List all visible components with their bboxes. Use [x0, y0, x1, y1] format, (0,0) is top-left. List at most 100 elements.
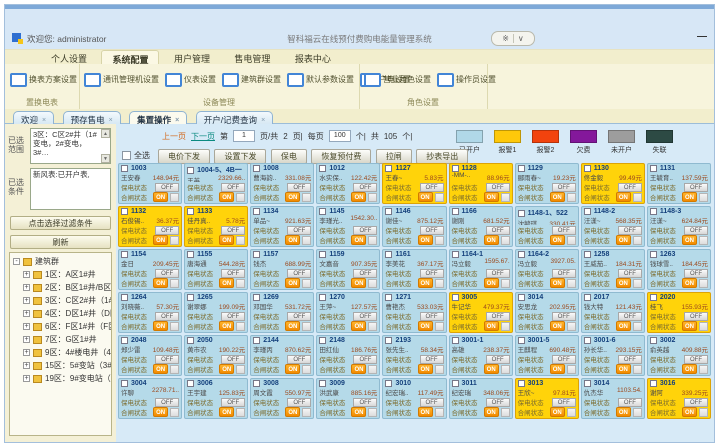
power-off-button[interactable]: OFF: [486, 183, 510, 192]
action-button[interactable]: 设置下发: [214, 149, 266, 164]
switch-on-button[interactable]: ON: [418, 364, 433, 374]
meter-card[interactable]: 1258 王威茄.. 184.31元 保电状态 OFF 合闸状态 ON: [581, 249, 645, 290]
power-off-button[interactable]: OFF: [221, 398, 245, 407]
ribbon-button[interactable]: 换表方案设置: [10, 73, 77, 87]
power-off-button[interactable]: OFF: [420, 269, 444, 278]
switch-on-button[interactable]: ON: [682, 278, 697, 288]
power-off-button[interactable]: OFF: [155, 226, 179, 235]
card-checkbox[interactable]: [518, 380, 525, 387]
card-checkbox[interactable]: [385, 337, 392, 344]
card-checkbox[interactable]: [319, 294, 326, 301]
power-off-button[interactable]: OFF: [221, 226, 245, 235]
card-checkbox[interactable]: [319, 208, 326, 215]
meter-card[interactable]: 1265 谢翠娜 199.09元 保电状态 OFF 合闸状态 ON: [184, 292, 248, 333]
switch-on-button[interactable]: ON: [285, 321, 300, 331]
card-checkbox[interactable]: [319, 380, 326, 387]
power-off-button[interactable]: OFF: [420, 312, 444, 321]
meter-card[interactable]: 1132 石俊锡.. 36.37元 保电状态 OFF 合闸状态 ON: [118, 206, 182, 247]
power-off-button[interactable]: OFF: [684, 398, 708, 407]
card-checkbox[interactable]: [121, 251, 128, 258]
switch-on-button[interactable]: ON: [285, 407, 300, 417]
card-checkbox[interactable]: [650, 251, 657, 258]
card-checkbox[interactable]: [650, 337, 657, 344]
meter-card[interactable]: 1128 -MM-.. 88.96元 保电状态 OFF 合闸状态 ON: [449, 163, 513, 204]
card-checkbox[interactable]: [121, 208, 128, 215]
action-button[interactable]: 恢复预付费: [311, 149, 371, 164]
card-checkbox[interactable]: [385, 294, 392, 301]
card-checkbox[interactable]: [121, 165, 128, 172]
power-off-button[interactable]: OFF: [287, 355, 311, 364]
meter-card[interactable]: 3004 许聊 2278.71.. 保电状态 OFF 合闸状态 ON: [118, 378, 182, 419]
power-off-button[interactable]: OFF: [353, 269, 377, 278]
tree-item[interactable]: + 15区：5#变站（3#变: [10, 359, 111, 372]
select-all[interactable]: 全选: [122, 150, 150, 161]
power-off-button[interactable]: OFF: [486, 398, 510, 407]
card-checkbox[interactable]: [187, 167, 194, 174]
switch-on-button[interactable]: ON: [550, 278, 565, 288]
card-checkbox[interactable]: [253, 294, 260, 301]
card-checkbox[interactable]: [187, 294, 194, 301]
switch-on-button[interactable]: ON: [153, 278, 168, 288]
card-checkbox[interactable]: [253, 251, 260, 258]
meter-card[interactable]: 2144 李瑾丙 870.62元 保电状态 OFF 合闸状态 ON: [250, 335, 314, 376]
switch-on-button[interactable]: ON: [682, 192, 697, 202]
close-icon[interactable]: ×: [42, 117, 46, 124]
power-off-button[interactable]: OFF: [552, 183, 576, 192]
per-page-input[interactable]: 100: [329, 130, 351, 142]
expander-icon[interactable]: -: [13, 258, 20, 265]
switch-on-button[interactable]: ON: [351, 407, 366, 417]
switch-on-button[interactable]: ON: [351, 321, 366, 331]
expander-icon[interactable]: +: [23, 284, 30, 291]
switch-on-button[interactable]: ON: [418, 192, 433, 202]
switch-on-button[interactable]: ON: [484, 321, 499, 331]
meter-card[interactable]: 2020 桂飞 155.93元 保电状态 OFF 合闸状态 ON: [647, 292, 711, 333]
switch-on-button[interactable]: ON: [418, 407, 433, 417]
card-checkbox[interactable]: [253, 208, 260, 215]
ribbon-button[interactable]: 建筑群设置: [222, 73, 281, 87]
power-off-button[interactable]: OFF: [287, 398, 311, 407]
meter-card[interactable]: 3014 安思龙 202.95元 保电状态 OFF 合闸状态 ON: [515, 292, 579, 333]
ribbon-button[interactable]: 默认参数设置: [287, 73, 354, 87]
meter-card[interactable]: 3001-1 高雄 238.37元 保电状态 OFF 合闸状态 ON: [449, 335, 513, 376]
meter-card[interactable]: 1004-5、4B一 王英 2329.66.. 保电状态 OFF 合闸状态: [184, 163, 248, 204]
card-checkbox[interactable]: [584, 165, 591, 172]
window-controls[interactable]: ※∨: [491, 31, 535, 46]
switch-on-button[interactable]: ON: [285, 192, 300, 202]
card-checkbox[interactable]: [187, 380, 194, 387]
card-checkbox[interactable]: [584, 208, 591, 215]
power-off-button[interactable]: OFF: [618, 355, 642, 364]
card-checkbox[interactable]: [452, 380, 459, 387]
power-off-button[interactable]: OFF: [353, 398, 377, 407]
meter-card[interactable]: 2017 钱大特 121.43元 保电状态 OFF 合闸状态 ON: [581, 292, 645, 333]
switch-on-button[interactable]: ON: [550, 321, 565, 331]
power-off-button[interactable]: OFF: [221, 269, 245, 278]
power-off-button[interactable]: OFF: [155, 269, 179, 278]
switch-on-button[interactable]: ON: [616, 364, 631, 374]
switch-on-button[interactable]: ON: [550, 407, 565, 417]
card-checkbox[interactable]: [584, 294, 591, 301]
expander-icon[interactable]: +: [23, 271, 30, 278]
card-checkbox[interactable]: [385, 165, 392, 172]
power-off-button[interactable]: OFF: [684, 312, 708, 321]
close-icon[interactable]: ×: [175, 117, 179, 124]
card-checkbox[interactable]: [452, 251, 459, 258]
meter-card[interactable]: 2148 田红仙 186.76元 保电状态 OFF 合闸状态 ON: [316, 335, 380, 376]
ribbon-button[interactable]: 仪表设置: [165, 73, 216, 87]
switch-on-button[interactable]: ON: [351, 364, 366, 374]
card-checkbox[interactable]: [187, 337, 194, 344]
meter-card[interactable]: 1157 钱杰 688.99元 保电状态 OFF 合闸状态 ON: [250, 249, 314, 290]
meter-card[interactable]: 2193 张先生.. 58.34元 保电状态 OFF 合闸状态 ON: [382, 335, 446, 376]
meter-card[interactable]: 1154 金日 209.45元 保电状态 OFF 合闸状态 ON: [118, 249, 182, 290]
switch-on-button[interactable]: ON: [418, 235, 433, 245]
card-checkbox[interactable]: [584, 251, 591, 258]
switch-on-button[interactable]: ON: [285, 364, 300, 374]
tree-item[interactable]: + 6区：F区1#井（F区1#: [10, 320, 111, 333]
power-off-button[interactable]: OFF: [486, 355, 510, 364]
switch-on-button[interactable]: ON: [550, 192, 565, 202]
switch-on-button[interactable]: ON: [616, 321, 631, 331]
card-checkbox[interactable]: [518, 337, 525, 344]
meter-card[interactable]: 1134 单品~ 921.63元 保电状态 OFF 合闸状态 ON: [250, 206, 314, 247]
tree-item[interactable]: + 9区：4#楼电井（4#楼: [10, 346, 111, 359]
next-page-link[interactable]: 下一页: [191, 131, 215, 142]
expander-icon[interactable]: +: [23, 362, 30, 369]
